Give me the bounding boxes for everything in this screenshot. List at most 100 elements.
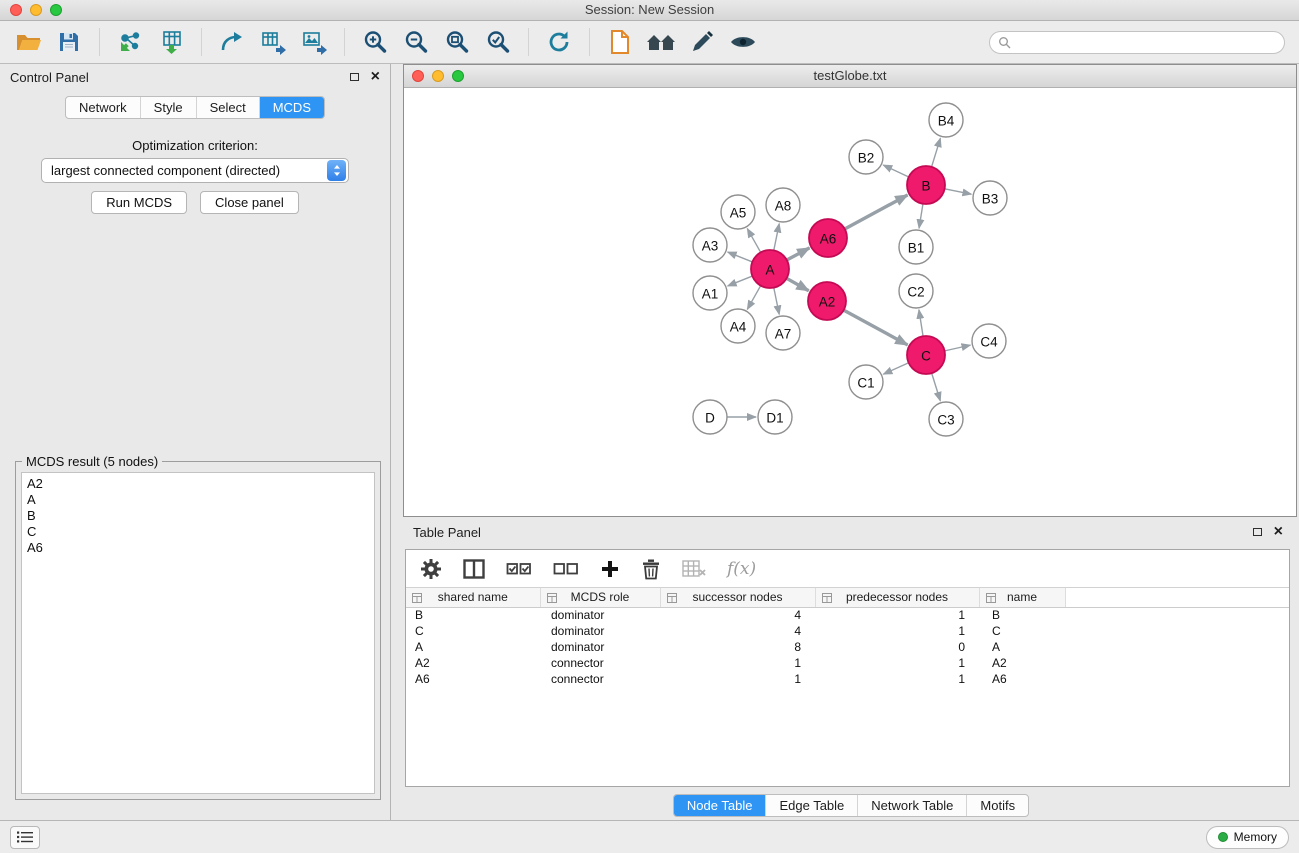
export-image-button[interactable] [296,25,332,59]
graph-node-A5[interactable]: A5 [721,195,755,229]
table-cell[interactable]: connector [540,655,660,671]
graph-node-A4[interactable]: A4 [721,309,755,343]
result-item[interactable]: A [27,492,369,508]
graph-node-C[interactable]: C [907,336,945,374]
tab-style[interactable]: Style [141,97,197,118]
graph-edge-C-C3[interactable] [932,373,941,401]
import-table-button[interactable] [153,25,189,59]
task-history-button[interactable] [10,826,40,849]
graph-node-A[interactable]: A [751,250,789,288]
add-column-button[interactable] [600,559,620,579]
float-panel-icon[interactable] [350,73,359,81]
close-panel-button[interactable]: Close panel [200,191,299,214]
tab-edge-table[interactable]: Edge Table [766,795,858,816]
graph-edge-A-A6[interactable] [787,248,810,260]
table-settings-button[interactable] [420,558,442,580]
graph-node-A6[interactable]: A6 [809,219,847,257]
graph-node-A7[interactable]: A7 [766,316,800,350]
deselect-all-button[interactable] [553,560,579,578]
save-session-button[interactable] [51,25,87,59]
table-cell[interactable]: dominator [540,623,660,639]
result-item[interactable]: B [27,508,369,524]
zoom-in-button[interactable] [357,25,393,59]
network-zoom-button[interactable] [452,70,464,82]
table-cell[interactable]: dominator [540,607,660,623]
optimization-dropdown[interactable]: largest connected component (directed) [41,158,349,183]
table-cell[interactable]: A [979,639,1065,655]
function-builder-button[interactable]: f(x) [727,559,756,579]
export-table-button[interactable] [255,25,291,59]
delete-column-button[interactable] [641,558,661,580]
table-cell[interactable]: 4 [660,623,815,639]
column-header-shared-name[interactable]: shared name [406,588,540,607]
graph-node-A8[interactable]: A8 [766,188,800,222]
result-item[interactable]: A6 [27,540,369,556]
graph-edge-A-A7[interactable] [774,288,779,315]
table-cell[interactable]: A6 [979,671,1065,687]
table-cell[interactable]: 1 [815,623,979,639]
refresh-button[interactable] [541,25,577,59]
graph-edge-B-B3[interactable] [945,189,972,194]
select-all-button[interactable] [506,560,532,578]
table-cell[interactable]: 4 [660,607,815,623]
column-header-predecessor-nodes[interactable]: predecessor nodes [815,588,979,607]
table-cell[interactable]: C [406,623,540,639]
table-cell[interactable]: B [979,607,1065,623]
neighbors-button[interactable] [643,25,679,59]
import-network-button[interactable] [112,25,148,59]
graph-node-A2[interactable]: A2 [808,282,846,320]
table-cell[interactable]: 8 [660,639,815,655]
graph-edge-A2-C[interactable] [844,310,908,345]
tab-network[interactable]: Network [66,97,141,118]
table-cell[interactable]: A [406,639,540,655]
graph-node-C4[interactable]: C4 [972,324,1006,358]
tab-select[interactable]: Select [197,97,260,118]
table-cell[interactable]: 0 [815,639,979,655]
show-hide-details-button[interactable] [725,25,761,59]
network-canvas[interactable]: B4B2BB3A5A8A6B1A3AC2A1A2A4A7C4CC1DD1C3 [404,88,1296,516]
table-cell[interactable]: connector [540,671,660,687]
annotation-button[interactable] [684,25,720,59]
network-close-button[interactable] [412,70,424,82]
graph-edge-C-C1[interactable] [883,363,908,374]
table-row[interactable]: A6connector11A6 [406,671,1289,687]
table-row[interactable]: A2connector11A2 [406,655,1289,671]
document-button[interactable] [602,25,638,59]
search-box[interactable] [989,31,1285,54]
zoom-selected-button[interactable] [480,25,516,59]
table-cell[interactable]: A2 [979,655,1065,671]
graph-node-B1[interactable]: B1 [899,230,933,264]
table-row[interactable]: Adominator80A [406,639,1289,655]
zoom-out-button[interactable] [398,25,434,59]
network-graph[interactable]: B4B2BB3A5A8A6B1A3AC2A1A2A4A7C4CC1DD1C3 [404,88,1296,516]
search-input[interactable] [1016,35,1276,49]
graph-edge-A-A2[interactable] [787,278,809,290]
zoom-window-button[interactable] [50,4,62,16]
table-cell[interactable]: A6 [406,671,540,687]
dropdown-stepper[interactable] [327,160,346,181]
table-cell[interactable]: 1 [815,671,979,687]
graph-node-C1[interactable]: C1 [849,365,883,399]
table-cell[interactable]: A2 [406,655,540,671]
close-window-button[interactable] [10,4,22,16]
node-table[interactable]: shared nameMCDS rolesuccessor nodesprede… [406,588,1289,786]
graph-edge-A-A8[interactable] [774,224,779,251]
result-item[interactable]: A2 [27,476,369,492]
network-minimize-button[interactable] [432,70,444,82]
open-session-button[interactable] [10,25,46,59]
graph-edge-C-C2[interactable] [919,310,923,336]
float-table-panel-icon[interactable] [1253,528,1262,536]
graph-edge-A-A4[interactable] [747,286,760,310]
graph-edge-B-B2[interactable] [883,165,909,177]
memory-button[interactable]: Memory [1206,826,1289,849]
graph-edge-A-A3[interactable] [728,252,753,262]
delete-table-button[interactable] [682,560,706,578]
zoom-fit-button[interactable] [439,25,475,59]
graph-node-B3[interactable]: B3 [973,181,1007,215]
tab-network-table[interactable]: Network Table [858,795,967,816]
close-panel-icon[interactable]: × [371,69,380,85]
graph-edge-B-B1[interactable] [919,204,923,228]
graph-node-B4[interactable]: B4 [929,103,963,137]
table-cell[interactable]: 1 [815,607,979,623]
graph-edge-A-A5[interactable] [747,229,760,253]
